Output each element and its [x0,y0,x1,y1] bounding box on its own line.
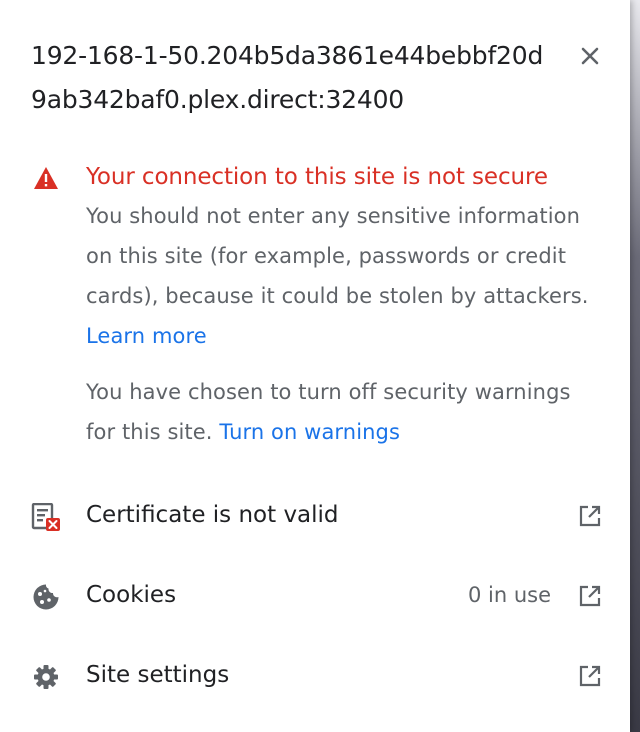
cookies-label: Cookies [86,582,177,608]
close-button[interactable] [572,40,608,72]
certificate-row[interactable]: Certificate is not valid [0,476,630,556]
certificate-invalid-icon [31,503,60,531]
cookies-row[interactable]: Cookies 0 in use [0,556,630,636]
turn-on-warnings-link[interactable]: Turn on warnings [219,420,400,444]
security-warning-description: You should not enter any sensitive infor… [86,196,606,356]
gear-icon [34,665,58,689]
open-in-new-icon [579,505,601,527]
certificate-label: Certificate is not valid [86,502,339,528]
site-header: 192-168-1-50.204b5da3861e44bebbf20d 9ab3… [31,34,561,122]
cookie-icon [33,584,59,610]
close-icon [581,47,599,65]
open-in-new-icon [579,585,601,607]
learn-more-link[interactable]: Learn more [86,324,207,348]
site-settings-label: Site settings [86,662,230,688]
page-info-bubble: 192-168-1-50.204b5da3861e44bebbf20d 9ab3… [0,0,630,732]
warning-triangle-icon [34,167,58,189]
security-description-text: You should not enter any sensitive infor… [86,204,589,308]
site-hostname-line-1: 192-168-1-50.204b5da3861e44bebbf20d [31,41,544,70]
site-hostname: 192-168-1-50.204b5da3861e44bebbf20d 9ab3… [31,34,561,122]
warnings-disabled-notice: You have chosen to turn off security war… [86,372,606,452]
site-hostname-line-2: 9ab342baf0.plex.direct:32400 [31,85,404,114]
open-in-new-icon [579,665,601,687]
security-warning-title: Your connection to this site is not secu… [86,164,548,190]
cookies-count: 0 in use [467,583,551,607]
site-settings-row[interactable]: Site settings [0,636,630,716]
